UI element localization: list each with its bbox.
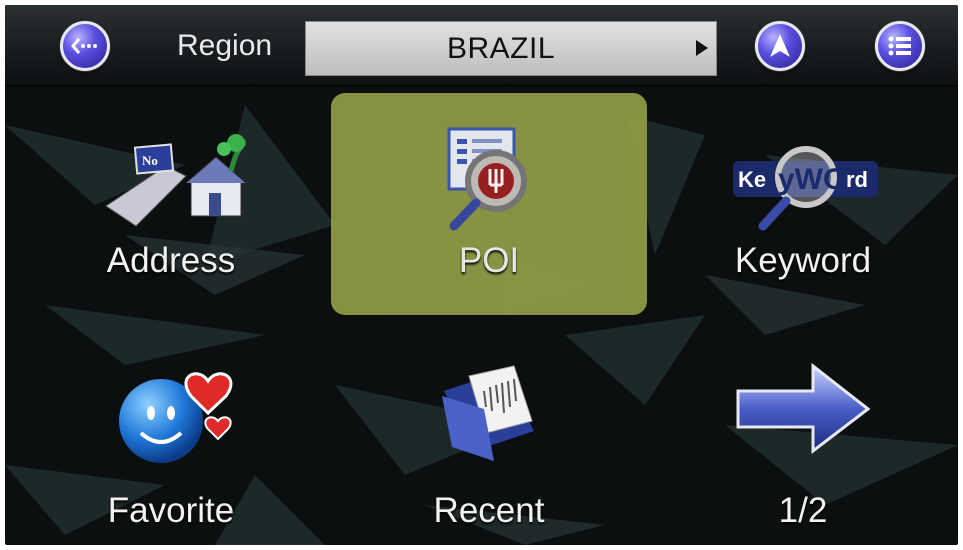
play-arrow-icon (696, 40, 708, 56)
navigation-arrow-icon (770, 34, 790, 57)
recent-label: Recent (433, 491, 545, 530)
svg-text:yWO: yWO (778, 163, 846, 196)
next-page-tile[interactable]: 1/2 (645, 323, 958, 545)
next-page-arrow-icon (736, 362, 871, 455)
recent-folder-icon (442, 365, 534, 461)
address-icon: No (105, 134, 246, 227)
svg-text:Ke: Ke (738, 167, 766, 192)
address-label: Address (106, 241, 236, 280)
poi-magnifier-icon (447, 127, 527, 231)
svg-text:rd: rd (846, 167, 868, 192)
poi-label: POI (458, 241, 520, 280)
svg-text:No: No (142, 153, 158, 168)
top-bar: Region BRAZIL (5, 5, 958, 86)
list-menu-icon (888, 36, 911, 56)
page-indicator-label: 1/2 (778, 491, 828, 530)
region-selector[interactable]: BRAZIL (305, 21, 717, 76)
poi-tile[interactable]: POI (331, 93, 647, 315)
navigation-search-screen: Region BRAZIL No Address POI Ke yWO rd K… (5, 5, 958, 545)
menu-button[interactable] (875, 21, 925, 71)
favorite-tile[interactable]: Favorite (13, 323, 329, 545)
keyword-magnifier-icon: Ke yWO rd (733, 146, 878, 231)
favorite-label: Favorite (107, 491, 235, 530)
back-ellipsis-icon (71, 38, 97, 54)
recent-tile[interactable]: Recent (331, 323, 647, 545)
region-value: BRAZIL (446, 31, 556, 65)
keyword-label: Keyword (734, 241, 872, 280)
region-label: Region (177, 29, 273, 62)
navigate-button[interactable] (755, 21, 805, 71)
back-button[interactable] (60, 21, 110, 71)
address-tile[interactable]: No Address (13, 93, 329, 315)
keyword-tile[interactable]: Ke yWO rd Keyword (645, 93, 958, 315)
favorite-smiley-heart-icon (119, 372, 233, 463)
